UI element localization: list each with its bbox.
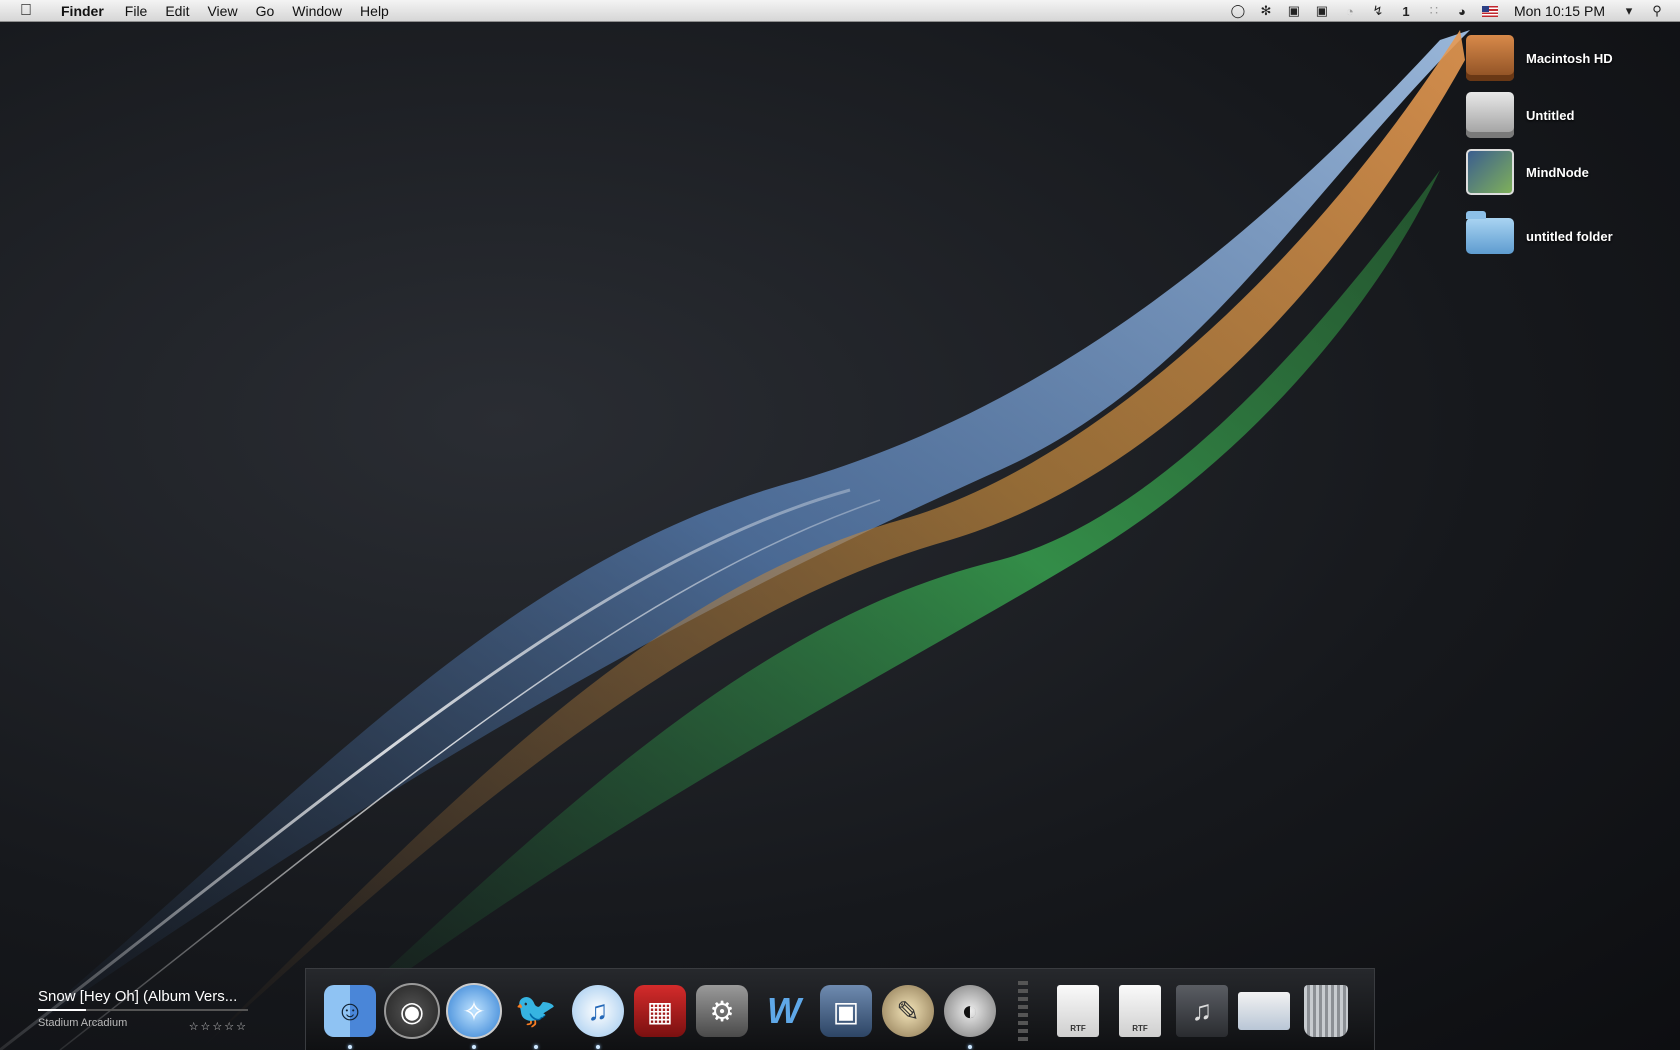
us-flag-icon[interactable] xyxy=(1481,5,1498,17)
dashboard-icon: ◉ xyxy=(384,983,440,1039)
desktop-icon-untitled[interactable]: Untitled xyxy=(1466,89,1666,141)
wifi-icon[interactable]: ◕ xyxy=(1451,0,1473,22)
dock-item-word[interactable]: W xyxy=(756,983,812,1039)
desktop-icon-label: untitled folder xyxy=(1526,228,1613,244)
dock-item-rtf-document-2[interactable]: RTF xyxy=(1112,983,1168,1039)
dock-item-twitter[interactable]: 🐦 xyxy=(508,983,564,1049)
desktop-icon-label: Untitled xyxy=(1526,107,1575,123)
gimp-icon: ✎ xyxy=(882,985,934,1037)
dock-item-photo-booth[interactable]: ▦ xyxy=(632,983,688,1039)
speech-bubble-icon[interactable]: ◯ xyxy=(1227,0,1249,22)
system-preferences-icon: ⚙ xyxy=(696,985,748,1037)
running-indicator xyxy=(596,1045,600,1049)
menu-go[interactable]: Go xyxy=(247,0,284,22)
wallpaper xyxy=(0,30,1470,1050)
desktop-icon-macintosh-hd[interactable]: Macintosh HD xyxy=(1466,32,1666,84)
running-indicator xyxy=(534,1045,538,1049)
desktop-icon-mindnode[interactable]: MindNode xyxy=(1466,146,1666,198)
butterfly-icon[interactable]: ✻ xyxy=(1255,0,1277,22)
dock-item-web-page[interactable] xyxy=(1236,983,1292,1039)
volume-icon[interactable]: ▾ xyxy=(1618,0,1640,22)
photo-booth-icon: ▦ xyxy=(634,985,686,1037)
menubar-clock[interactable]: Mon 10:15 PM xyxy=(1504,3,1615,19)
document-type-label: RTF xyxy=(1070,1024,1086,1033)
dock-item-itunes[interactable]: ♫ xyxy=(570,983,626,1049)
dock-item-music-folder[interactable]: ♫ xyxy=(1174,983,1230,1039)
music-folder-icon: ♫ xyxy=(1176,985,1228,1037)
running-indicator xyxy=(348,1045,352,1049)
menu-file[interactable]: File xyxy=(116,0,157,22)
time-machine-icon[interactable]: ◔ xyxy=(1339,0,1361,22)
dock-item-gimp[interactable]: ✎ xyxy=(880,983,936,1039)
rtf-document-icon: RTF xyxy=(1057,985,1099,1037)
folder-icon xyxy=(1466,211,1514,254)
tuxedo-app-icon: ◐ xyxy=(944,985,996,1037)
running-indicator xyxy=(472,1045,476,1049)
number-one-icon[interactable]: 1 xyxy=(1395,0,1417,22)
spotlight-icon[interactable]: ⚲ xyxy=(1646,0,1668,22)
camera-icon[interactable]: ▣ xyxy=(1283,0,1305,22)
menu-edit[interactable]: Edit xyxy=(156,0,198,22)
apple-menu-icon[interactable]:  xyxy=(0,0,52,22)
now-playing-progress[interactable] xyxy=(38,1009,248,1011)
rtf-document-icon: RTF xyxy=(1119,985,1161,1037)
now-playing-progress-fill xyxy=(38,1009,87,1011)
desktop-icon-label: MindNode xyxy=(1526,164,1589,180)
now-playing-widget[interactable]: Snow [Hey Oh] (Album Vers... Stadium Arc… xyxy=(38,988,248,1033)
desktop:  Finder File Edit View Go Window Help ◯… xyxy=(0,0,1680,1050)
dock-item-rtf-document-1[interactable]: RTF xyxy=(1050,983,1106,1039)
dock-item-finder[interactable]: ☺ xyxy=(322,983,378,1049)
dock: ☺ ◉ ✧ 🐦 ♫ ▦ ⚙ W ▣ ✎ ◐ RTF RTF ♫ xyxy=(305,968,1375,1050)
document-type-label: RTF xyxy=(1132,1024,1148,1033)
itunes-icon: ♫ xyxy=(572,985,624,1037)
word-icon: W xyxy=(767,990,801,1031)
menu-window[interactable]: Window xyxy=(283,0,351,22)
running-indicator xyxy=(968,1045,972,1049)
web-page-icon xyxy=(1238,992,1290,1030)
twitter-bird-icon: 🐦 xyxy=(514,992,558,1030)
hard-drive-icon xyxy=(1466,35,1514,81)
lock-icon[interactable]: ▣ xyxy=(1311,0,1333,22)
dock-item-system-preferences[interactable]: ⚙ xyxy=(694,983,750,1039)
menu-help[interactable]: Help xyxy=(351,0,398,22)
desktop-icon-untitled-folder[interactable]: untitled folder xyxy=(1466,210,1666,262)
dock-item-spaces[interactable]: ▣ xyxy=(818,983,874,1039)
disk-icon xyxy=(1466,92,1514,138)
desktop-icon-label: Macintosh HD xyxy=(1526,50,1613,66)
dock-separator[interactable] xyxy=(1018,981,1028,1041)
dock-item-tuxedo-app[interactable]: ◐ xyxy=(942,983,998,1049)
rating-stars[interactable]: ☆☆☆☆☆ xyxy=(189,1020,248,1033)
app-menu-finder[interactable]: Finder xyxy=(52,0,116,22)
safari-icon: ✧ xyxy=(446,983,502,1039)
now-playing-title: Snow [Hey Oh] (Album Vers... xyxy=(38,988,238,1005)
menu-view[interactable]: View xyxy=(198,0,246,22)
menu-bar:  Finder File Edit View Go Window Help ◯… xyxy=(0,0,1680,22)
mindnode-app-icon xyxy=(1466,149,1514,195)
trash-icon xyxy=(1304,985,1348,1037)
dock-item-safari[interactable]: ✧ xyxy=(446,983,502,1049)
bluetooth-icon[interactable]: ∷ xyxy=(1423,0,1445,22)
dock-item-dashboard[interactable]: ◉ xyxy=(384,983,440,1039)
dock-item-trash[interactable] xyxy=(1298,983,1354,1039)
finder-icon: ☺ xyxy=(324,985,376,1037)
bolt-icon[interactable]: ↯ xyxy=(1367,0,1389,22)
spaces-icon: ▣ xyxy=(820,985,872,1037)
